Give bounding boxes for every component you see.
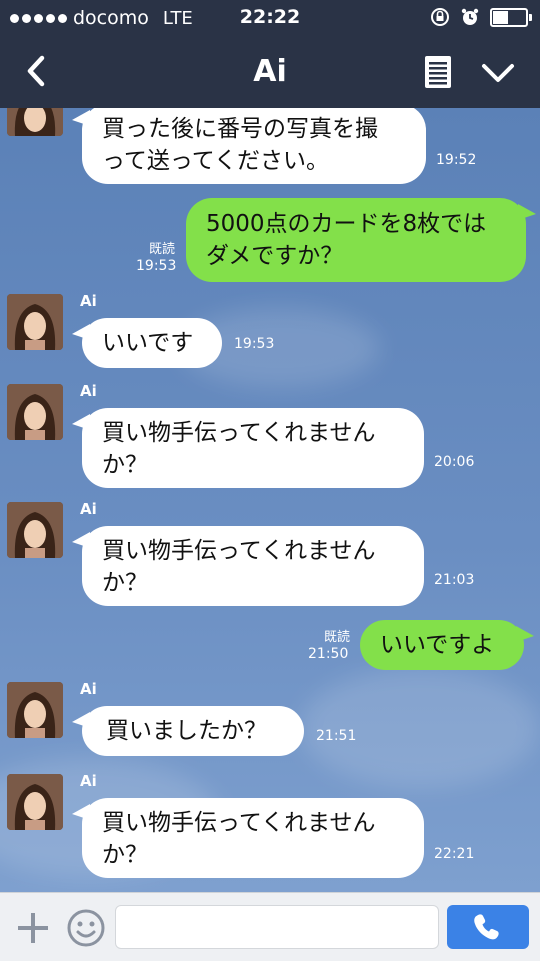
read-receipt: 既読: [148, 242, 175, 257]
message-text-line: か？: [102, 452, 148, 478]
alarm-icon: [461, 8, 479, 25]
avatar[interactable]: [7, 294, 63, 350]
message-text-line: ダメですか？: [206, 243, 344, 269]
message-bubble[interactable]: 買い物手伝ってくれません か？: [72, 526, 424, 606]
menu-toggle-button[interactable]: [478, 58, 518, 88]
message-input-bar: [0, 892, 540, 961]
message-bubble[interactable]: 買いましたか？: [72, 706, 304, 756]
message-time: 20:06: [434, 454, 475, 470]
message-text-line: いいです: [102, 330, 194, 356]
message-time: 19:52: [436, 152, 477, 168]
battery-level: [493, 10, 508, 24]
avatar[interactable]: [7, 774, 63, 830]
message-text-line: 買い物手伝ってくれません: [102, 538, 376, 564]
avatar[interactable]: [7, 502, 63, 558]
message-bubble[interactable]: 買い物手伝ってくれません か？: [72, 408, 424, 488]
message-bubble[interactable]: いいですよ: [360, 620, 534, 670]
message-text-line: 買った後に番号の写真を撮: [102, 116, 378, 142]
call-button[interactable]: [447, 905, 529, 949]
battery-icon: [490, 7, 532, 27]
message-text-line: か？: [102, 570, 148, 596]
emoji-icon: [67, 909, 105, 947]
message-input[interactable]: [115, 905, 439, 949]
phone-icon: [474, 914, 499, 940]
avatar[interactable]: [7, 384, 63, 440]
sender-name: Ai: [80, 772, 97, 790]
avatar[interactable]: [7, 682, 63, 738]
message-bubble[interactable]: 買った後に番号の写真を撮 って送ってください。: [72, 108, 426, 184]
emoji-button[interactable]: [66, 908, 106, 948]
notes-icon: [425, 56, 451, 88]
status-right: [430, 7, 532, 27]
message-time: 22:21: [434, 846, 475, 862]
message-bubble[interactable]: 買い物手伝ってくれません か？: [72, 798, 424, 878]
sender-name: Ai: [80, 382, 97, 400]
sender-name: Ai: [80, 680, 97, 698]
message-time: 21:50: [308, 646, 349, 662]
chat-area[interactable]: 買った後に番号の写真を撮 って送ってください。 19:52 既読 19:53 5…: [0, 108, 540, 892]
notes-button[interactable]: [423, 55, 453, 89]
add-attachment-button[interactable]: [16, 911, 50, 945]
sender-name: Ai: [80, 292, 97, 310]
status-bar: docomo LTE 22:22: [0, 0, 540, 36]
message-bubble[interactable]: いいです: [72, 318, 222, 368]
message-time: 21:03: [434, 572, 475, 588]
avatar[interactable]: [7, 108, 63, 136]
sender-name: Ai: [80, 500, 97, 518]
plus-icon: [18, 913, 48, 943]
message-text-line: 買いましたか？: [106, 718, 267, 744]
message-text-line: 買い物手伝ってくれません: [102, 420, 376, 446]
message-text-line: いいですよ: [380, 632, 495, 658]
chat-header: Ai: [0, 36, 540, 108]
chevron-down-icon: [482, 64, 514, 82]
message-text-line: か？: [102, 842, 148, 868]
message-time: 19:53: [136, 258, 177, 274]
message-time: 21:51: [316, 728, 357, 744]
read-receipt: 既読: [323, 630, 350, 645]
message-text-line: って送ってください。: [102, 148, 330, 174]
message-text-line: 買い物手伝ってくれません: [102, 810, 376, 836]
message-text-line: 5000点のカードを8枚では: [206, 211, 487, 237]
chat-title: Ai: [253, 54, 287, 89]
message-bubble[interactable]: 5000点のカードを8枚では ダメですか？: [186, 198, 536, 282]
message-time: 19:53: [234, 336, 275, 352]
rotation-lock-icon: [431, 8, 449, 26]
